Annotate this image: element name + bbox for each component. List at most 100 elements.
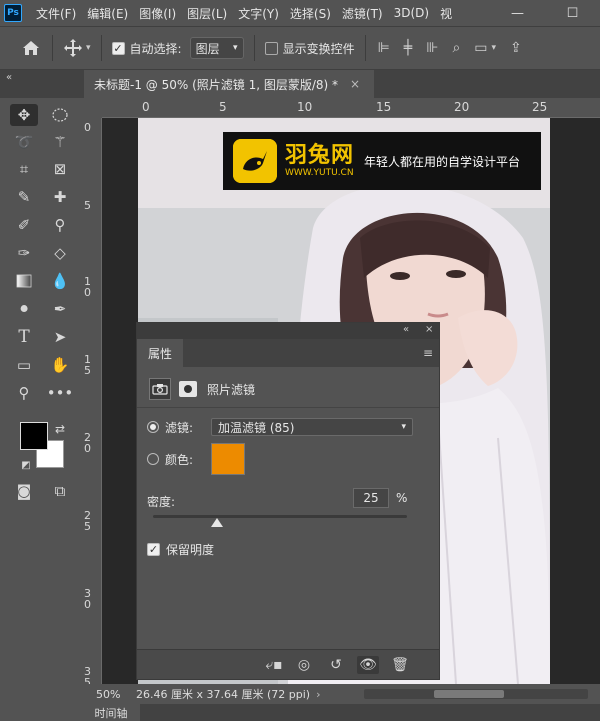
view-previous-state-icon[interactable]: ◎ [293, 656, 315, 674]
ruler-label: 2 0 [84, 431, 91, 455]
chevron-down-icon: ▾ [401, 422, 406, 432]
trash-icon[interactable]: 🗑 [389, 656, 411, 674]
show-transform-checkbox[interactable] [264, 41, 278, 55]
blur-icon[interactable]: 💧 [46, 270, 74, 292]
magic-wand-icon[interactable]: ⚚ [46, 131, 74, 153]
clip-to-layer-icon[interactable]: ⤶▪ [263, 656, 285, 674]
healing-brush-icon[interactable]: ✚ [46, 186, 74, 208]
density-input[interactable]: 25 [353, 488, 389, 508]
collapse-toolbox-icon[interactable]: « [6, 72, 12, 83]
menu-select[interactable]: 选择(S) [290, 5, 331, 22]
align-left-icon[interactable]: ⊫ [378, 40, 390, 56]
history-brush-icon[interactable]: ✑ [10, 242, 38, 264]
filter-dropdown[interactable]: 加温滤镜 (85) ▾ [211, 418, 413, 436]
menu-3d[interactable]: 3D(D) [394, 6, 429, 20]
zoom-icon[interactable]: ⚲ [10, 382, 38, 404]
color-radio[interactable] [147, 453, 159, 465]
ruler-label: 10 [297, 100, 313, 114]
window-controls: — ☐ [490, 0, 600, 26]
ruler-label: 15 [376, 100, 392, 114]
watermark-banner: 羽兔网 WWW.YUTU.CN 年轻人都在用的自学设计平台 [223, 132, 541, 190]
divider [100, 35, 102, 61]
auto-select-checkbox[interactable]: ✓ [111, 41, 125, 55]
marquee-icon[interactable] [46, 104, 74, 126]
tab-timeline[interactable]: 时间轴 [82, 704, 140, 721]
document-tab[interactable]: 未标题-1 @ 50% (照片滤镜 1, 图层蒙版/8) * × [84, 70, 374, 98]
status-menu-arrow[interactable]: › [316, 688, 320, 701]
options-bar: ▾ ✓ 自动选择: 图层 ▾ 显示变换控件 ⊫ ╪ ⊪ ⌕ ▭ ▾ ⇪ [0, 26, 600, 70]
scrollbar-thumb[interactable] [434, 690, 504, 698]
quick-mask-icon[interactable]: ◙ [10, 480, 38, 502]
layer-mask-icon[interactable] [179, 381, 197, 397]
frame-icon[interactable]: ⊠ [46, 158, 74, 180]
menu-filter[interactable]: 滤镜(T) [342, 5, 383, 22]
lasso-icon[interactable]: ➰ [10, 131, 38, 153]
chevron-down-icon[interactable]: ▾ [86, 43, 91, 53]
auto-select-target-dropdown[interactable]: 图层 ▾ [189, 37, 244, 59]
maximize-button[interactable]: ☐ [558, 6, 588, 21]
home-icon[interactable] [20, 37, 42, 59]
screen-mode-icon[interactable]: ⧉ [46, 480, 74, 502]
menu-type[interactable]: 文字(Y) [238, 5, 279, 22]
rectangle-icon[interactable]: ▭ [10, 354, 38, 376]
chevron-down-icon[interactable]: ▾ [492, 43, 497, 53]
share-icon[interactable]: ⇪ [510, 40, 522, 56]
foreground-color-swatch[interactable] [20, 422, 48, 450]
preserve-luminosity-checkbox[interactable]: ✓ [147, 542, 160, 556]
dodge-icon[interactable]: ⚫ [10, 298, 38, 320]
filter-radio[interactable] [147, 421, 159, 433]
menu-image[interactable]: 图像(I) [139, 5, 176, 22]
tab-properties[interactable]: 属性 [137, 339, 183, 367]
visibility-eye-icon[interactable]: 👁 [357, 656, 379, 674]
close-icon[interactable]: × [425, 324, 433, 335]
search-icon[interactable]: ⌕ [452, 40, 460, 56]
divider [52, 35, 53, 61]
brush-icon[interactable]: ✐ [10, 214, 38, 236]
menu-edit[interactable]: 编辑(E) [87, 5, 128, 22]
filter-value: 加温滤镜 (85) [218, 420, 295, 435]
panel-menu-icon[interactable]: ≡ [423, 346, 433, 360]
density-row: 密度: [137, 491, 439, 511]
ruler-label: 25 [532, 100, 548, 114]
camera-filter-icon[interactable] [149, 378, 171, 400]
pen-icon[interactable]: ✒ [46, 298, 74, 320]
reset-icon[interactable]: ↺ [325, 656, 347, 674]
swap-colors-icon[interactable]: ⇄ [46, 418, 74, 440]
density-slider-track[interactable] [153, 515, 407, 518]
horizontal-scrollbar[interactable] [364, 689, 588, 699]
density-slider-thumb[interactable] [210, 518, 223, 527]
type-icon[interactable]: T [10, 326, 38, 348]
path-selection-icon[interactable]: ➤ [46, 326, 74, 348]
menu-file[interactable]: 文件(F) [36, 5, 76, 22]
rabbit-logo-icon [233, 139, 277, 183]
watermark-brand: 羽兔网 [285, 142, 355, 168]
align-right-icon[interactable]: ⊪ [426, 40, 438, 56]
properties-panel: « × 属性 ≡ 照片滤镜 滤镜: 加温滤镜 (85) ▾ 颜色: 密度: 25… [136, 322, 440, 680]
ruler-label: 1 0 [84, 275, 91, 299]
minimize-button[interactable]: — [503, 6, 533, 21]
zoom-level[interactable]: 50% [96, 688, 136, 701]
hand-icon[interactable]: ✋ [46, 354, 74, 376]
density-unit: % [396, 491, 408, 505]
filter-color-swatch[interactable] [211, 443, 245, 475]
align-center-icon[interactable]: ╪ [404, 40, 412, 56]
ruler-label: 2 5 [84, 509, 91, 533]
eyedropper-icon[interactable]: ✎ [10, 186, 38, 208]
ruler-label: 5 [84, 199, 91, 212]
document-tab-bar: 未标题-1 @ 50% (照片滤镜 1, 图层蒙版/8) * × [0, 70, 600, 98]
gradient-icon[interactable] [10, 270, 38, 292]
crop-icon[interactable]: ⌗ [10, 158, 38, 180]
workspace-icon[interactable]: ▭ [474, 40, 487, 56]
move-tool-icon[interactable] [63, 38, 83, 58]
move-icon[interactable]: ✥ [10, 104, 38, 126]
more-icon[interactable]: ••• [46, 382, 74, 404]
clone-stamp-icon[interactable]: ⚲ [46, 214, 74, 236]
eraser-icon[interactable]: ◇ [46, 242, 74, 264]
panel-title-bar[interactable]: « × [137, 323, 439, 339]
collapse-panel-icon[interactable]: « [403, 324, 409, 335]
menu-view[interactable]: 视 [440, 5, 452, 22]
panel-footer: ⤶▪ ◎ ↺ 👁 🗑 [137, 649, 439, 679]
close-icon[interactable]: × [350, 77, 360, 91]
menu-layer[interactable]: 图层(L) [187, 5, 227, 22]
preserve-luminosity-row: ✓ 保留明度 [137, 539, 439, 559]
